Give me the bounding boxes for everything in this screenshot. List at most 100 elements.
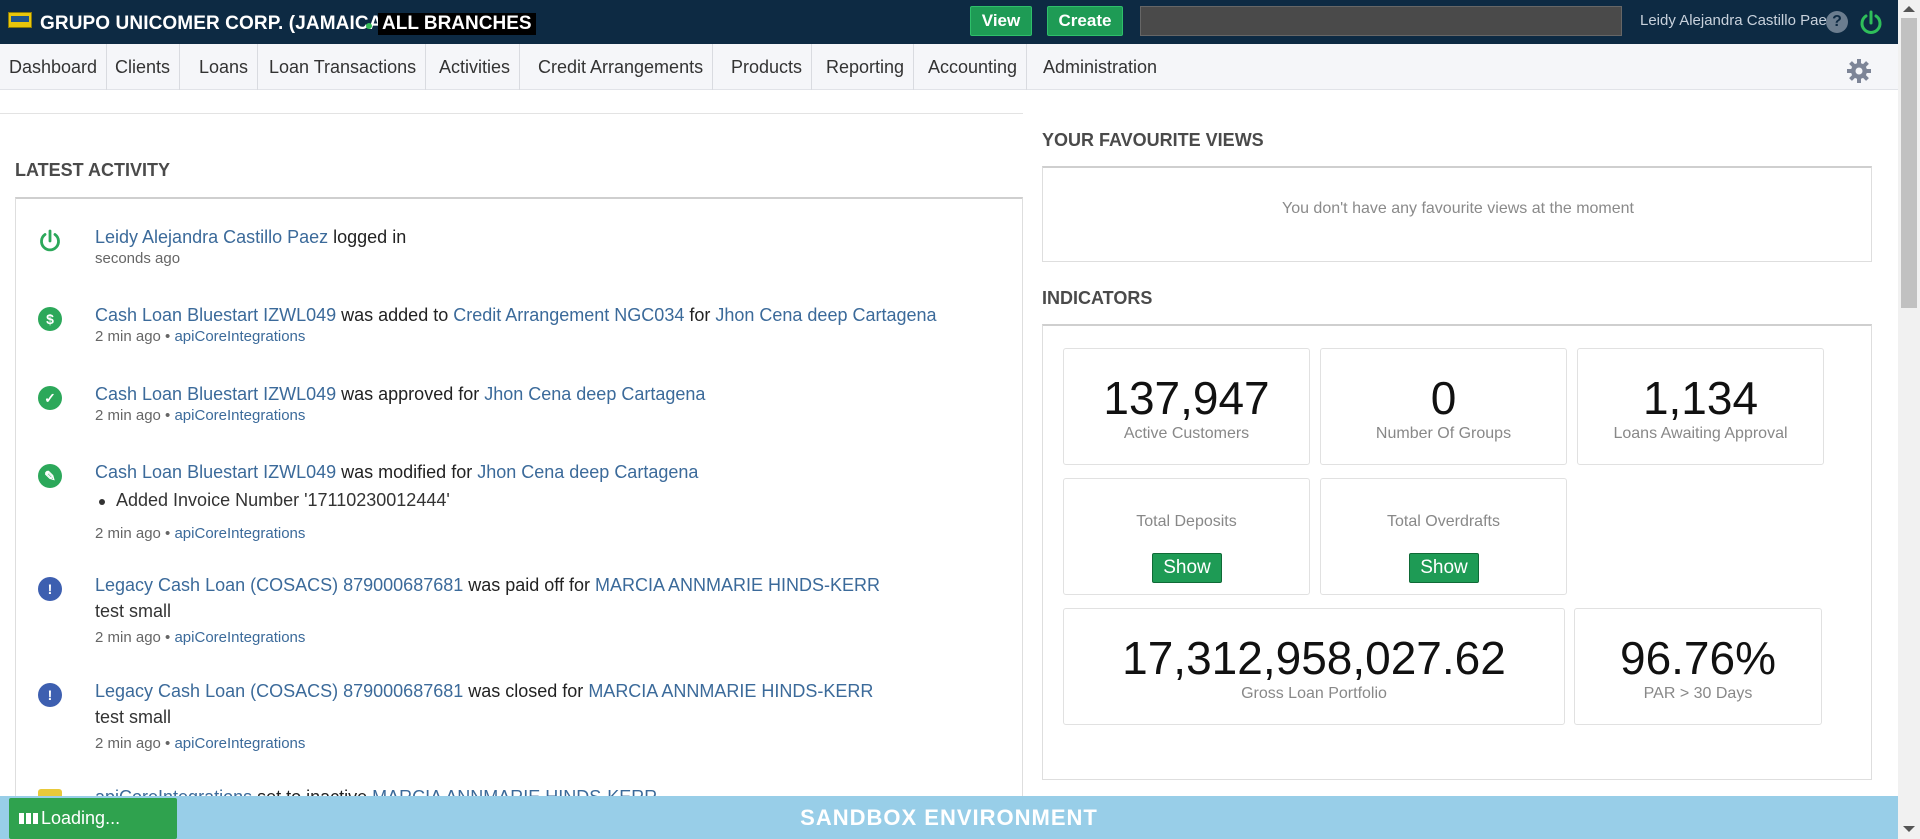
indicators-title: INDICATORS — [1042, 288, 1153, 308]
favourite-views-title: YOUR FAVOURITE VIEWS — [1042, 130, 1264, 150]
gross-loan-portfolio-card[interactable]: 17,312,958,027.62 Gross Loan Portfolio — [1063, 608, 1565, 725]
gross-loan-portfolio-value: 17,312,958,027.62 — [1122, 632, 1506, 684]
total-deposits-card: Total Deposits Show — [1063, 478, 1310, 595]
client-link[interactable]: MARCIA ANNMARIE HINDS-KERR — [588, 681, 873, 701]
activity-user-link[interactable]: apiCoreIntegrations — [174, 629, 305, 646]
dollar-icon: $ — [38, 307, 62, 331]
check-icon: ✓ — [38, 386, 62, 410]
nav-accounting[interactable]: Accounting — [919, 44, 1028, 90]
exclamation-icon: ! — [38, 577, 62, 601]
par-30-days-card[interactable]: 96.76% PAR > 30 Days — [1574, 608, 1822, 725]
loading-indicator: Loading... — [9, 798, 177, 839]
total-deposits-show-button[interactable]: Show — [1152, 553, 1222, 583]
nav-activities[interactable]: Activities — [430, 44, 521, 90]
loans-awaiting-approval-card[interactable]: 1,134 Loans Awaiting Approval — [1577, 348, 1824, 465]
company-logo — [8, 12, 32, 28]
activity-time: 2 min ago — [95, 407, 161, 424]
credit-arrangement-link[interactable]: Credit Arrangement NGC034 — [453, 305, 684, 325]
active-customers-label: Active Customers — [1123, 425, 1250, 442]
total-overdrafts-label: Total Overdrafts — [1387, 513, 1500, 530]
activity-text: for — [684, 305, 716, 325]
loan-link[interactable]: Cash Loan Bluestart IZWL049 — [95, 462, 336, 482]
activity-note: test small — [95, 601, 172, 621]
activity-text: was modified for — [336, 462, 478, 482]
activity-note: test small — [95, 707, 172, 727]
help-icon[interactable]: ? — [1826, 11, 1848, 33]
par-30-days-value: 96.76% — [1619, 632, 1776, 684]
create-button[interactable]: Create — [1047, 6, 1123, 36]
favourite-views-panel: You don't have any favourite views at th… — [1042, 166, 1872, 262]
latest-activity-panel: Leidy Alejandra Castillo Paez logged in … — [15, 197, 1023, 839]
activity-text: was added to — [336, 305, 454, 325]
activity-time: 2 min ago — [95, 525, 161, 542]
branch-selector[interactable]: ALL BRANCHES — [378, 13, 536, 35]
nav-loans[interactable]: Loans — [190, 44, 259, 90]
activity-user-link[interactable]: apiCoreIntegrations — [174, 407, 305, 424]
number-of-groups-value: 0 — [1430, 372, 1457, 424]
active-customers-value: 137,947 — [1103, 372, 1270, 424]
loan-link[interactable]: Cash Loan Bluestart IZWL049 — [95, 384, 336, 404]
scrollbar-thumb[interactable] — [1901, 18, 1917, 308]
loan-link[interactable]: Legacy Cash Loan (COSACS) 879000687681 — [95, 681, 463, 701]
change-detail: Added Invoice Number '17110230012444' — [99, 490, 450, 510]
activity-user-link[interactable]: apiCoreIntegrations — [174, 525, 305, 542]
nav-administration[interactable]: Administration — [1034, 44, 1166, 90]
logout-power-icon[interactable] — [1858, 10, 1884, 36]
nav-products[interactable]: Products — [722, 44, 813, 90]
gross-loan-portfolio-label: Gross Loan Portfolio — [1241, 685, 1387, 702]
total-deposits-label: Total Deposits — [1136, 513, 1237, 530]
client-link[interactable]: MARCIA ANNMARIE HINDS-KERR — [595, 575, 880, 595]
total-overdrafts-card: Total Overdrafts Show — [1320, 478, 1567, 595]
content-divider — [0, 113, 1023, 114]
loan-link[interactable]: Legacy Cash Loan (COSACS) 879000687681 — [95, 575, 463, 595]
top-bar: GRUPO UNICOMER CORP. (JAMAICA) ALL BRANC… — [0, 0, 1898, 44]
activity-text: was closed for — [463, 681, 589, 701]
activity-time: seconds ago — [95, 250, 181, 267]
exclamation-icon: ! — [38, 683, 62, 707]
meta-separator: • — [160, 629, 175, 646]
main-navigation: Dashboard Clients Loans Loan Transaction… — [0, 44, 1898, 90]
favourite-views-empty-message: You don't have any favourite views at th… — [1281, 200, 1634, 217]
loan-link[interactable]: Cash Loan Bluestart IZWL049 — [95, 305, 336, 325]
view-button[interactable]: View — [970, 6, 1032, 36]
activity-user-link[interactable]: apiCoreIntegrations — [174, 735, 305, 752]
meta-separator: • — [160, 735, 175, 752]
total-overdrafts-show-button[interactable]: Show — [1409, 553, 1479, 583]
indicators-panel: 137,947 Active Customers 0 Number Of Gro… — [1042, 324, 1872, 780]
loading-bars-icon — [19, 813, 39, 824]
nav-loan-transactions[interactable]: Loan Transactions — [260, 44, 427, 90]
activity-text: was approved for — [336, 384, 485, 404]
client-link[interactable]: Jhon Cena deep Cartagena — [477, 462, 698, 482]
nav-reporting[interactable]: Reporting — [817, 44, 915, 90]
activity-time: 2 min ago — [95, 629, 161, 646]
search-input[interactable] — [1140, 6, 1622, 36]
loading-text: Loading... — [41, 808, 121, 828]
scroll-down-arrow-icon[interactable] — [1903, 826, 1915, 832]
user-name[interactable]: Leidy Alejandra Castillo Paez — [1640, 12, 1834, 29]
activity-text: was paid off for — [463, 575, 595, 595]
number-of-groups-card[interactable]: 0 Number Of Groups — [1320, 348, 1567, 465]
sandbox-environment-banner: SANDBOX ENVIRONMENT — [0, 796, 1898, 839]
activity-time: 2 min ago — [95, 328, 161, 345]
loans-awaiting-approval-label: Loans Awaiting Approval — [1613, 425, 1788, 442]
meta-separator: • — [160, 525, 175, 542]
activity-actor-link[interactable]: Leidy Alejandra Castillo Paez — [95, 227, 328, 247]
activity-text: logged in — [328, 227, 407, 247]
client-link[interactable]: Jhon Cena deep Cartagena — [484, 384, 705, 404]
nav-clients[interactable]: Clients — [106, 44, 181, 90]
meta-separator: • — [160, 407, 175, 424]
latest-activity-title: LATEST ACTIVITY — [15, 160, 170, 180]
par-30-days-label: PAR > 30 Days — [1643, 685, 1753, 702]
active-customers-card[interactable]: 137,947 Active Customers — [1063, 348, 1310, 465]
organization-name[interactable]: GRUPO UNICOMER CORP. (JAMAICA) — [40, 13, 389, 35]
scroll-up-arrow-icon[interactable] — [1903, 6, 1915, 12]
number-of-groups-label: Number Of Groups — [1375, 425, 1512, 442]
power-icon — [40, 229, 60, 252]
branch-status-dot — [366, 23, 372, 29]
activity-user-link[interactable]: apiCoreIntegrations — [174, 328, 305, 345]
activity-time: 2 min ago — [95, 735, 161, 752]
nav-credit-arrangements[interactable]: Credit Arrangements — [529, 44, 714, 90]
nav-dashboard[interactable]: Dashboard — [0, 44, 108, 90]
settings-gear-icon[interactable] — [1846, 58, 1872, 84]
client-link[interactable]: Jhon Cena deep Cartagena — [715, 305, 936, 325]
